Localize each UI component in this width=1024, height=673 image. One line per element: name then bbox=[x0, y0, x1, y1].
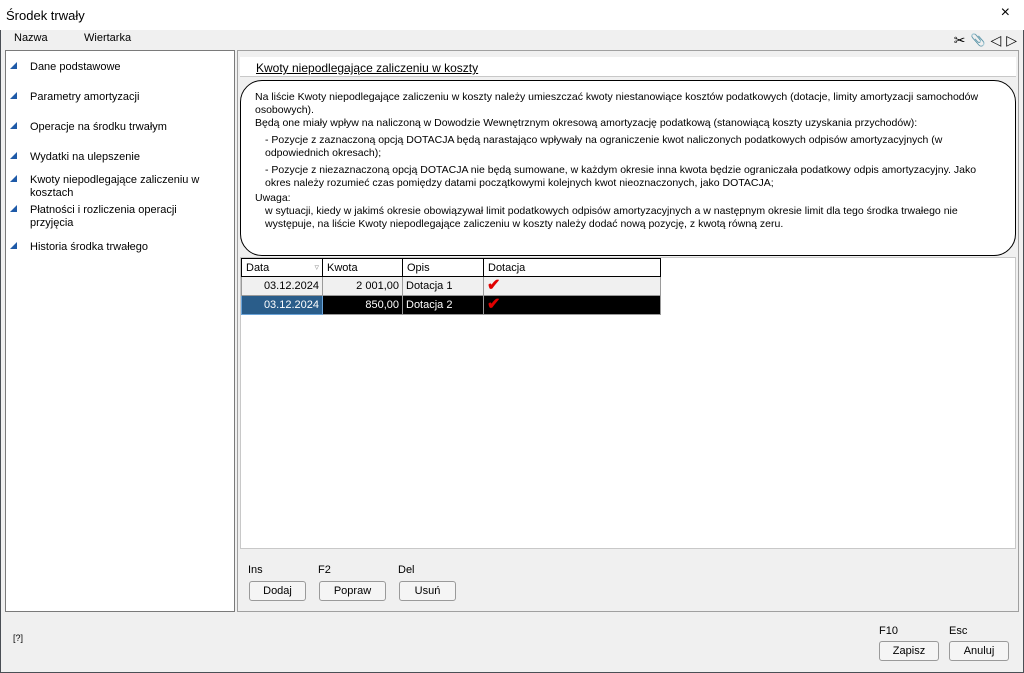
checkmark-icon[interactable]: ✔ bbox=[487, 296, 500, 313]
triangle-icon bbox=[10, 175, 17, 182]
menu-item-wiertarka[interactable]: Wiertarka bbox=[84, 32, 131, 44]
info-paragraph: Na liście Kwoty niepodlegające zaliczeni… bbox=[255, 91, 979, 116]
save-button[interactable]: Zapisz bbox=[879, 641, 939, 661]
triangle-icon bbox=[10, 205, 17, 212]
info-paragraph: - Pozycje z niezaznaczoną opcją DOTACJA … bbox=[265, 164, 977, 189]
sidebar-item-label: Operacje na środku trwałym bbox=[30, 121, 167, 133]
sidebar-item-platnosci[interactable]: Płatności i rozliczenia operacji przyjęc… bbox=[10, 204, 220, 230]
cell-data[interactable]: 03.12.2024 bbox=[241, 295, 323, 315]
scissors-icon[interactable]: ✂ bbox=[954, 32, 966, 48]
column-header-data[interactable]: Data ▿ bbox=[241, 258, 323, 277]
triangle-icon bbox=[10, 242, 17, 249]
window-title: Środek trwały bbox=[6, 8, 85, 23]
sidebar-item-label: Płatności i rozliczenia operacji przyjęc… bbox=[30, 204, 177, 229]
menu-bar: Nazwa Wiertarka ✂ 📎 ◁ ▷ bbox=[1, 30, 1023, 48]
sidebar-item-label: Dane podstawowe bbox=[30, 61, 121, 73]
sidebar-item-label: Parametry amortyzacji bbox=[30, 91, 140, 103]
cell-data[interactable]: 03.12.2024 bbox=[241, 276, 323, 296]
footer: [?] F10 Esc Zapisz Anuluj bbox=[1, 615, 1023, 672]
sidebar-item-dane-podstawowe[interactable]: Dane podstawowe bbox=[10, 61, 220, 74]
next-icon[interactable]: ▷ bbox=[1006, 32, 1017, 48]
shortcut-ins: Ins bbox=[248, 564, 263, 576]
checkmark-icon[interactable]: ✔ bbox=[487, 277, 500, 294]
table-row[interactable]: 03.12.2024 2 001,00 Dotacja 1 ✔ bbox=[241, 276, 661, 296]
table-row-selected[interactable]: 03.12.2024 850,00 Dotacja 2 ✔ bbox=[241, 295, 661, 315]
info-note: w sytuacji, kiedy w jakimś okresie obowi… bbox=[265, 205, 958, 230]
sidebar-item-label: Kwoty niepodlegające zaliczeniu w koszta… bbox=[30, 174, 200, 199]
column-header-kwota[interactable]: Kwota bbox=[322, 258, 403, 277]
cell-kwota[interactable]: 2 001,00 bbox=[322, 276, 403, 296]
triangle-icon bbox=[10, 92, 17, 99]
main-panel: Kwoty niepodlegające zaliczeniu w koszty… bbox=[237, 50, 1019, 612]
triangle-icon bbox=[10, 62, 17, 69]
info-note-label: Uwaga: bbox=[255, 192, 291, 204]
toolbar: ✂ 📎 ◁ ▷ bbox=[954, 31, 1017, 49]
grid-area: Data ▿ Kwota Opis Dotacja 03.12.2024 2 00… bbox=[240, 257, 1016, 549]
cell-dotacja[interactable]: ✔ bbox=[483, 276, 661, 296]
prev-icon[interactable]: ◁ bbox=[990, 32, 1001, 48]
triangle-icon bbox=[10, 122, 17, 129]
cancel-button[interactable]: Anuluj bbox=[949, 641, 1009, 661]
menu-item-nazwa[interactable]: Nazwa bbox=[14, 32, 48, 44]
sidebar-item-wydatki[interactable]: Wydatki na ulepszenie bbox=[10, 151, 220, 164]
grid-header-row: Data ▿ Kwota Opis Dotacja bbox=[241, 258, 661, 277]
close-icon[interactable]: × bbox=[1001, 4, 1010, 22]
window: Środek trwały × Nazwa Wiertarka ✂ 📎 ◁ ▷ … bbox=[0, 0, 1024, 673]
info-paragraph: Będą one miały wpływ na naliczoną w Dowo… bbox=[255, 117, 918, 129]
column-header-opis[interactable]: Opis bbox=[402, 258, 484, 277]
section-title: Kwoty niepodlegające zaliczeniu w koszty bbox=[256, 61, 479, 75]
filter-icon[interactable]: ▿ bbox=[314, 262, 319, 273]
cell-dotacja[interactable]: ✔ bbox=[483, 295, 661, 315]
title-bar: Środek trwały × bbox=[0, 0, 1024, 30]
sidebar-item-parametry-amortyzacji[interactable]: Parametry amortyzacji bbox=[10, 91, 220, 104]
shortcut-f2: F2 bbox=[318, 564, 331, 576]
section-header: Kwoty niepodlegające zaliczeniu w koszty bbox=[240, 57, 1016, 77]
data-grid: Data ▿ Kwota Opis Dotacja 03.12.2024 2 00… bbox=[241, 258, 661, 315]
info-paragraph: - Pozycje z zaznaczoną opcją DOTACJA będ… bbox=[265, 134, 943, 159]
shortcut-esc: Esc bbox=[949, 625, 968, 637]
delete-button[interactable]: Usuń bbox=[399, 581, 456, 601]
help-icon[interactable]: [?] bbox=[13, 633, 23, 643]
sidebar-item-label: Wydatki na ulepszenie bbox=[30, 151, 140, 163]
sidebar: Dane podstawowe Parametry amortyzacji Op… bbox=[5, 50, 235, 612]
sidebar-item-operacje[interactable]: Operacje na środku trwałym bbox=[10, 121, 220, 134]
sidebar-item-kwoty[interactable]: Kwoty niepodlegające zaliczeniu w koszta… bbox=[10, 174, 220, 200]
add-button[interactable]: Dodaj bbox=[249, 581, 306, 601]
sidebar-item-label: Historia środka trwałego bbox=[30, 241, 148, 253]
cell-kwota[interactable]: 850,00 bbox=[322, 295, 403, 315]
client-area: Nazwa Wiertarka ✂ 📎 ◁ ▷ Dane podstawowe … bbox=[1, 30, 1023, 672]
info-box: Na liście Kwoty niepodlegające zaliczeni… bbox=[240, 80, 1016, 256]
column-header-dotacja[interactable]: Dotacja bbox=[483, 258, 661, 277]
shortcut-f10: F10 bbox=[879, 625, 898, 637]
triangle-icon bbox=[10, 152, 17, 159]
cell-opis[interactable]: Dotacja 2 bbox=[402, 295, 484, 315]
sidebar-item-historia[interactable]: Historia środka trwałego bbox=[10, 241, 220, 254]
shortcut-del: Del bbox=[398, 564, 415, 576]
paperclip-icon[interactable]: 📎 bbox=[970, 32, 985, 48]
edit-button[interactable]: Popraw bbox=[319, 581, 386, 601]
cell-opis[interactable]: Dotacja 1 bbox=[402, 276, 484, 296]
